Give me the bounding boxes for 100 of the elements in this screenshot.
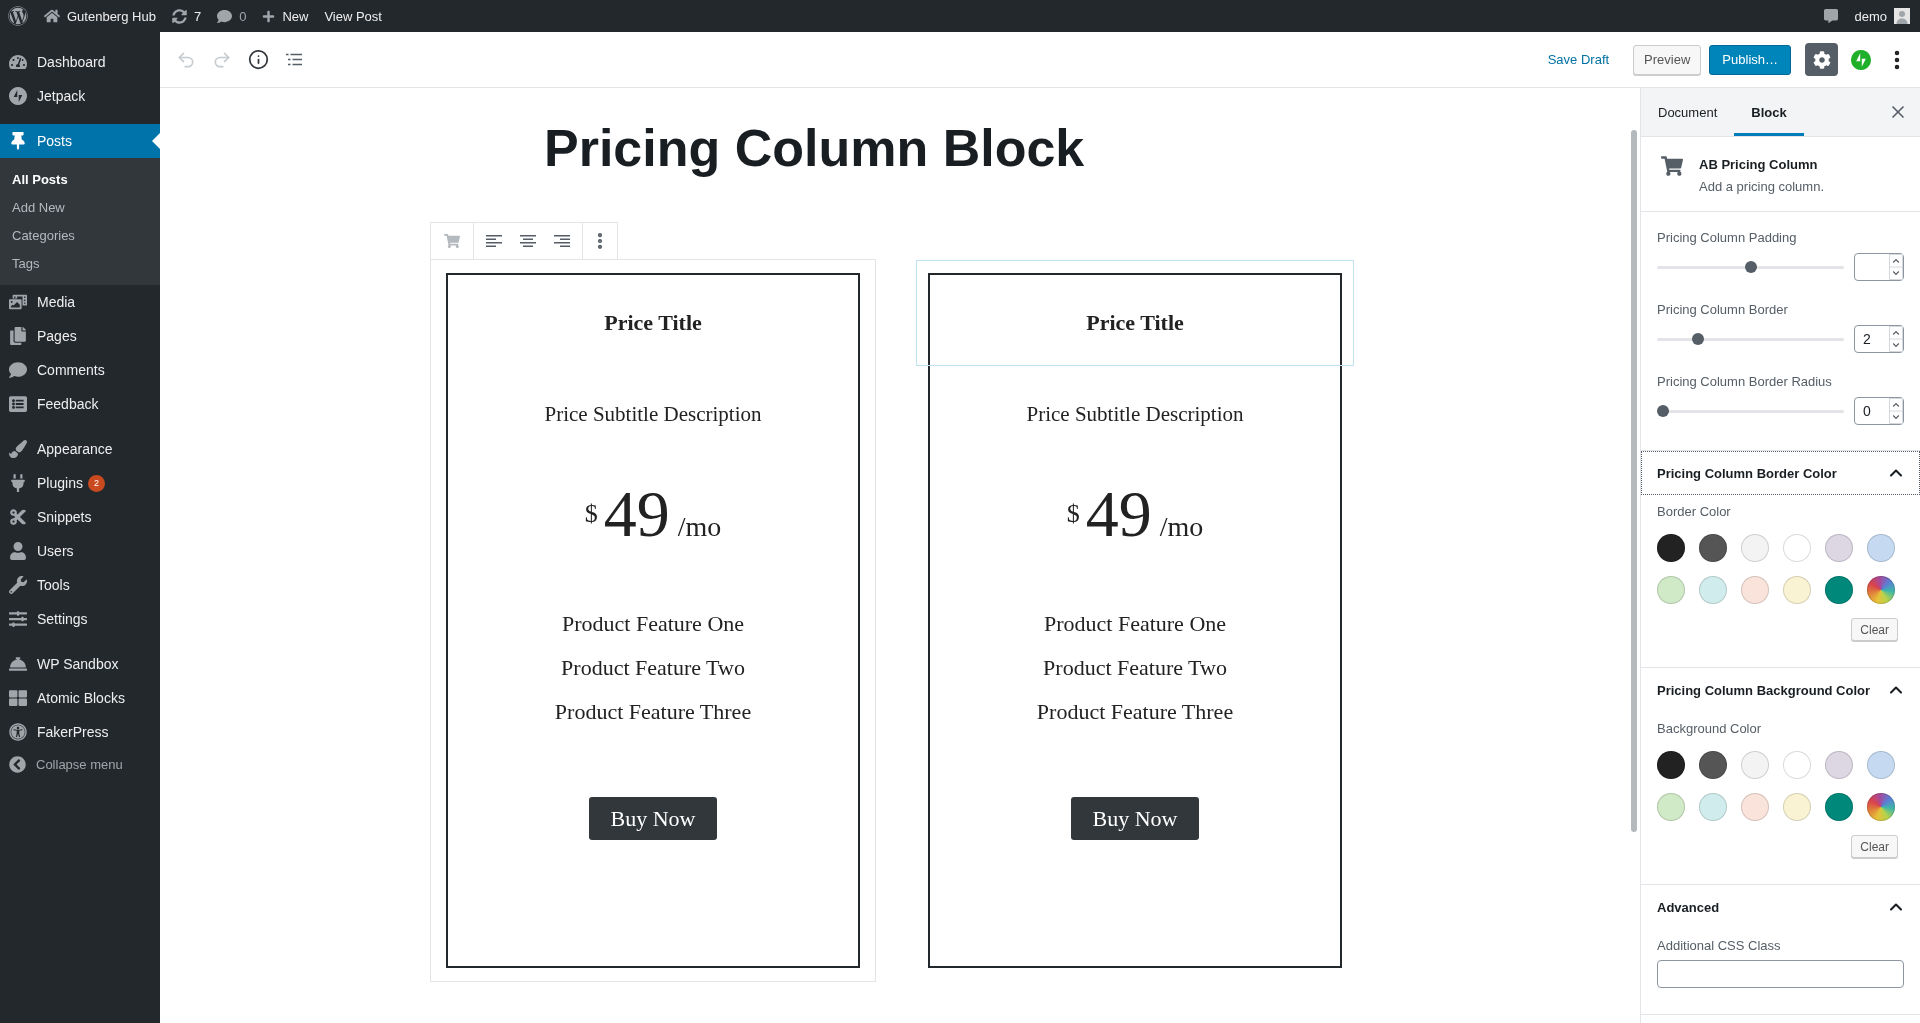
- block-name: AB Pricing Column: [1699, 156, 1819, 174]
- buy-now-button[interactable]: Buy Now: [588, 797, 718, 840]
- menu-item[interactable]: Comments: [0, 353, 160, 387]
- list-icon: [9, 395, 27, 413]
- color-swatch-icon[interactable]: [1657, 793, 1685, 821]
- menu-item[interactable]: Dashboard: [0, 45, 160, 79]
- account-link[interactable]: demo: [1846, 0, 1918, 32]
- feature-item: Product Feature Two: [561, 654, 745, 682]
- submenu-item[interactable]: Categories: [0, 221, 160, 249]
- color-swatch-icon[interactable]: [1741, 751, 1769, 779]
- menu-item[interactable]: Appearance: [0, 432, 160, 466]
- avatar-icon: [1894, 8, 1910, 24]
- save-draft-button[interactable]: Save Draft: [1535, 44, 1622, 75]
- color-swatch-icon[interactable]: [1657, 534, 1685, 562]
- grid-icon: [9, 689, 27, 707]
- publish-button[interactable]: Publish…: [1709, 44, 1791, 75]
- menu-item[interactable]: Posts: [0, 124, 160, 158]
- clear-button[interactable]: Clear: [1851, 835, 1898, 858]
- sidebar-tab[interactable]: Block: [1734, 88, 1804, 136]
- align-center-icon[interactable]: [520, 235, 536, 247]
- panel-toggle[interactable]: Advanced: [1641, 885, 1920, 929]
- color-swatch-icon[interactable]: [1825, 751, 1853, 779]
- color-swatch-icon[interactable]: [1783, 576, 1811, 604]
- stepper-arrows-icon[interactable]: [1889, 326, 1903, 352]
- menu-item[interactable]: Jetpack: [0, 79, 160, 113]
- menu-item[interactable]: Tools: [0, 568, 160, 602]
- menu-item[interactable]: Plugins 2: [0, 466, 160, 500]
- color-swatch-icon[interactable]: [1741, 534, 1769, 562]
- color-swatch-icon[interactable]: [1783, 793, 1811, 821]
- color-swatch-icon[interactable]: [1783, 751, 1811, 779]
- color-swatch-icon[interactable]: [1825, 793, 1853, 821]
- number-input[interactable]: 0: [1854, 397, 1904, 425]
- refresh-icon: [171, 8, 187, 24]
- updates-link[interactable]: 7: [163, 0, 210, 32]
- view-post-link[interactable]: View Post: [316, 0, 390, 32]
- css-class-input[interactable]: [1657, 960, 1904, 988]
- color-swatch-icon[interactable]: [1783, 534, 1811, 562]
- panel-toggle[interactable]: Pricing Column Border Color: [1641, 451, 1920, 495]
- slider-thumb[interactable]: [1692, 333, 1704, 345]
- feature-item: Product Feature One: [1043, 610, 1227, 638]
- site-name-link[interactable]: Gutenberg Hub: [36, 0, 164, 32]
- settings-button[interactable]: [1805, 43, 1838, 76]
- accessibility-icon: [9, 723, 27, 741]
- menu-item[interactable]: WP Sandbox: [0, 647, 160, 681]
- stepper-arrows-icon[interactable]: [1889, 254, 1903, 280]
- menu-item[interactable]: Media: [0, 285, 160, 319]
- color-swatch-icon[interactable]: [1699, 534, 1727, 562]
- price-title: Price Title: [604, 309, 702, 337]
- bell-icon: [9, 655, 27, 673]
- color-swatch-icon[interactable]: [1657, 576, 1685, 604]
- comments-link[interactable]: 0: [209, 0, 255, 32]
- home-icon: [44, 8, 60, 24]
- menu-item[interactable]: Users: [0, 534, 160, 568]
- preview-button[interactable]: Preview: [1633, 44, 1702, 75]
- panel-toggle[interactable]: Pricing Column Background Color: [1641, 668, 1920, 712]
- number-input[interactable]: [1854, 253, 1904, 281]
- menu-item[interactable]: FakerPress: [0, 715, 160, 749]
- scissors-icon: [9, 508, 27, 526]
- color-swatch-icon[interactable]: [1699, 793, 1727, 821]
- currency-symbol: $: [1066, 501, 1080, 527]
- new-link[interactable]: New: [254, 0, 317, 32]
- slider-thumb[interactable]: [1657, 405, 1669, 417]
- paintbrush-icon: [9, 440, 27, 458]
- submenu-item[interactable]: Tags: [0, 249, 160, 277]
- color-swatch-icon[interactable]: [1699, 751, 1727, 779]
- color-swatch-icon[interactable]: [1867, 793, 1895, 821]
- menu-item[interactable]: Snippets: [0, 500, 160, 534]
- clear-button[interactable]: Clear: [1851, 618, 1898, 641]
- color-swatch-icon[interactable]: [1867, 751, 1895, 779]
- color-swatch-icon[interactable]: [1741, 793, 1769, 821]
- stepper-arrows-icon[interactable]: [1889, 398, 1903, 424]
- speech-bubble-icon[interactable]: [1824, 9, 1839, 23]
- scrollbar[interactable]: [1631, 130, 1637, 832]
- menu-item[interactable]: Atomic Blocks: [0, 681, 160, 715]
- currency-symbol: $: [584, 501, 598, 527]
- align-right-icon[interactable]: [554, 235, 570, 247]
- color-swatch-icon[interactable]: [1867, 576, 1895, 604]
- menu-item[interactable]: Settings: [0, 602, 160, 636]
- sidebar-tab[interactable]: Document: [1641, 88, 1735, 136]
- info-icon[interactable]: [247, 49, 269, 70]
- color-swatch-icon[interactable]: [1825, 576, 1853, 604]
- user-icon: [9, 542, 27, 560]
- submenu-item[interactable]: All Posts: [0, 165, 160, 193]
- number-input[interactable]: 2: [1854, 325, 1904, 353]
- wrench-icon: [9, 576, 27, 594]
- collapse-menu-link[interactable]: Collapse menu: [0, 749, 160, 779]
- color-swatch-icon[interactable]: [1699, 576, 1727, 604]
- list-icon[interactable]: [286, 53, 302, 66]
- submenu-item[interactable]: Add New: [0, 193, 160, 221]
- color-swatch-icon[interactable]: [1741, 576, 1769, 604]
- logo-icon[interactable]: [8, 6, 28, 26]
- slider-thumb[interactable]: [1744, 261, 1757, 273]
- align-left-icon[interactable]: [486, 235, 502, 247]
- menu-item[interactable]: Pages: [0, 319, 160, 353]
- color-swatch-icon[interactable]: [1657, 751, 1685, 779]
- color-swatch-icon[interactable]: [1825, 534, 1853, 562]
- buy-now-button[interactable]: Buy Now: [1070, 797, 1200, 840]
- menu-item[interactable]: Feedback: [0, 387, 160, 421]
- color-swatch-icon[interactable]: [1867, 534, 1895, 562]
- gauge-icon: [9, 53, 27, 71]
